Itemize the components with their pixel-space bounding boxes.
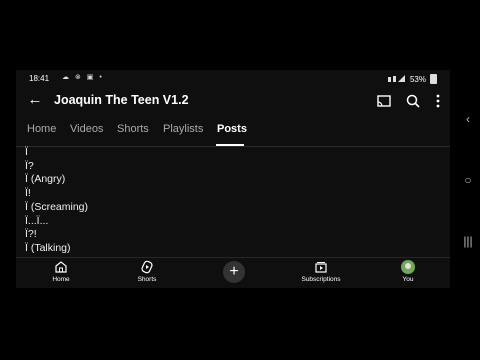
top-app-bar: ← Joaquin The Teen V1.2 [16, 88, 450, 116]
status-notification-icons: ☁ ⊗ ▣ • [62, 74, 104, 81]
tab-shorts[interactable]: Shorts [117, 123, 149, 135]
create-button[interactable]: + [223, 261, 245, 283]
nav-you-label: You [402, 276, 414, 283]
post-line: Ï?! [25, 228, 37, 241]
app-screen: 18:41 ☁ ⊗ ▣ • 53% ← Joaquin The Teen V1.… [16, 70, 450, 288]
system-navigation-bar: ‹ ○ ||| [456, 0, 480, 360]
post-line: Ï! [25, 187, 31, 200]
subscriptions-icon [315, 262, 327, 273]
post-line: Ï (Screaming) [25, 200, 89, 213]
channel-title: Joaquin The Teen V1.2 [54, 93, 189, 107]
cast-icon[interactable] [376, 93, 392, 109]
system-recents-icon[interactable]: ||| [456, 234, 480, 248]
back-arrow-icon[interactable]: ← [26, 91, 44, 109]
nav-you[interactable]: You [373, 260, 443, 283]
system-home-icon[interactable]: ○ [456, 173, 480, 187]
post-line: Ï? [25, 159, 34, 172]
nav-shorts[interactable]: Shorts [112, 260, 182, 283]
post-line: Ï (Angry) [25, 173, 66, 186]
nav-subscriptions-label: Subscriptions [301, 276, 341, 283]
tab-home[interactable]: Home [27, 123, 56, 135]
tab-videos[interactable]: Videos [70, 123, 103, 135]
post-line: Ï [25, 146, 28, 158]
nav-subscriptions[interactable]: Subscriptions [286, 260, 356, 283]
bottom-navigation: Home Shorts + Subscriptions You [16, 258, 450, 288]
search-icon[interactable] [405, 93, 421, 109]
nav-home-label: Home [52, 276, 70, 283]
avatar [401, 260, 415, 274]
post-line: Ï (Talking) [25, 241, 71, 254]
status-bar: 18:41 ☁ ⊗ ▣ • 53% [16, 70, 450, 86]
shorts-icon [141, 260, 153, 274]
home-icon [55, 261, 67, 273]
more-vertical-icon[interactable] [430, 93, 446, 109]
nav-home[interactable]: Home [26, 260, 96, 283]
status-time: 18:41 [29, 74, 50, 83]
post-line: Ï...Ï... [25, 214, 49, 227]
battery-icon [430, 74, 437, 84]
post-text: Ï Ï? Ï (Angry) Ï! Ï (Screaming) Ï...Ï...… [25, 146, 445, 256]
tab-playlists[interactable]: Playlists [163, 123, 203, 135]
system-back-icon[interactable]: ‹ [456, 112, 480, 126]
tab-posts[interactable]: Posts [217, 123, 247, 135]
status-right: 53% [387, 74, 437, 84]
nav-shorts-label: Shorts [137, 276, 157, 283]
battery-percent: 53% [409, 74, 426, 84]
signal-icon [387, 75, 405, 82]
